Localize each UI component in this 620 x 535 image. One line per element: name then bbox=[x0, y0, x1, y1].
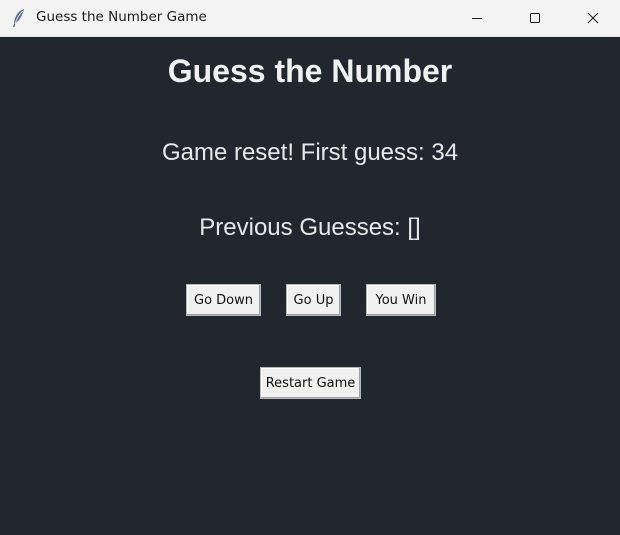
minimize-icon bbox=[471, 12, 483, 24]
previous-guesses: Previous Guesses: [] bbox=[199, 214, 421, 241]
status-message: Game reset! First guess: 34 bbox=[161, 139, 459, 166]
maximize-icon bbox=[529, 12, 541, 24]
title-bar[interactable]: Guess the Number Game bbox=[0, 0, 620, 37]
restart-game-button[interactable]: Restart Game bbox=[260, 367, 361, 399]
feather-icon bbox=[10, 8, 28, 28]
window-title: Guess the Number Game bbox=[36, 9, 207, 25]
game-panel: Guess the Number Game reset! First guess… bbox=[0, 37, 620, 535]
minimize-button[interactable] bbox=[454, 0, 500, 36]
go-down-button[interactable]: Go Down bbox=[186, 284, 261, 316]
page-title: Guess the Number bbox=[167, 53, 453, 89]
you-win-button[interactable]: You Win bbox=[366, 284, 436, 316]
go-up-button[interactable]: Go Up bbox=[286, 284, 341, 316]
close-icon bbox=[587, 12, 599, 24]
close-button[interactable] bbox=[570, 0, 616, 36]
maximize-button[interactable] bbox=[512, 0, 558, 36]
app-window: Guess the Number Game Guess the Number G… bbox=[0, 0, 620, 535]
